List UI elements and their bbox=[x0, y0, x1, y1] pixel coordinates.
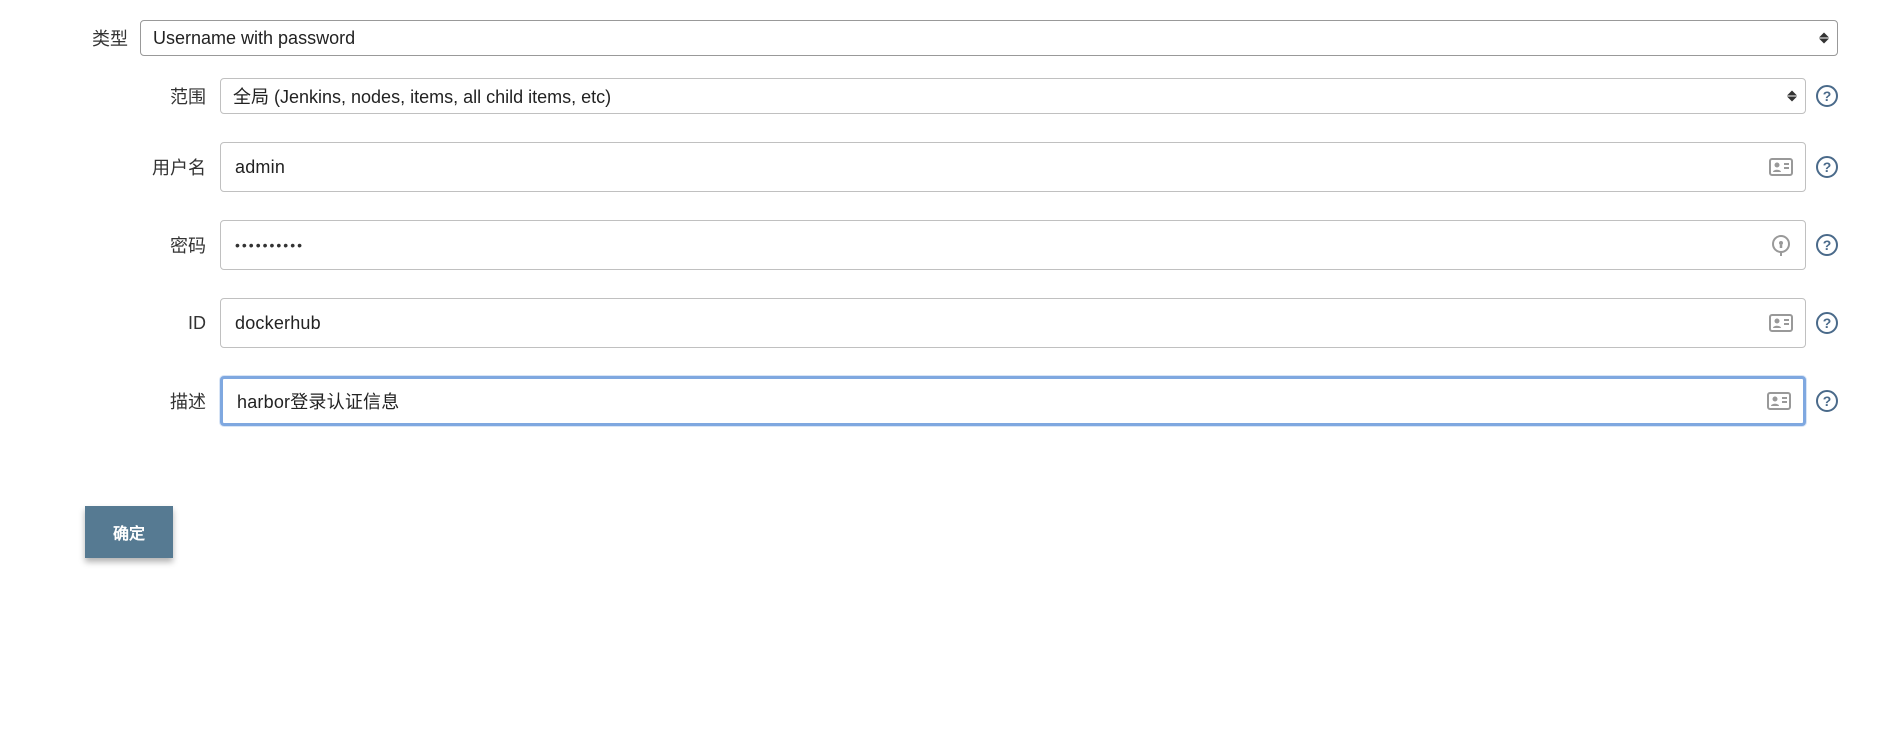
type-label: 类型 bbox=[40, 25, 140, 51]
type-select-value: Username with password bbox=[153, 28, 355, 49]
description-label: 描述 bbox=[40, 388, 220, 414]
submit-button[interactable]: 确定 bbox=[85, 506, 173, 558]
type-row: 类型 Username with password bbox=[40, 20, 1838, 56]
id-row: ID dockerhub ? bbox=[40, 298, 1838, 348]
contact-card-icon bbox=[1769, 158, 1793, 176]
description-input[interactable]: harbor登录认证信息 bbox=[220, 376, 1806, 426]
username-row: 用户名 admin ? bbox=[40, 142, 1838, 192]
password-input[interactable]: •••••••••• bbox=[220, 220, 1806, 270]
password-label: 密码 bbox=[40, 232, 220, 258]
password-row: 密码 •••••••••• ? bbox=[40, 220, 1838, 270]
contact-card-icon bbox=[1769, 314, 1793, 332]
scope-label: 范围 bbox=[40, 83, 220, 109]
contact-card-icon bbox=[1767, 392, 1791, 410]
scope-select[interactable]: 全局 (Jenkins, nodes, items, all child ite… bbox=[220, 78, 1806, 114]
help-icon[interactable]: ? bbox=[1816, 85, 1838, 107]
help-icon[interactable]: ? bbox=[1816, 312, 1838, 334]
description-value: harbor登录认证信息 bbox=[237, 388, 399, 414]
username-input[interactable]: admin bbox=[220, 142, 1806, 192]
lock-icon bbox=[1769, 236, 1793, 254]
help-icon[interactable]: ? bbox=[1816, 390, 1838, 412]
help-icon[interactable]: ? bbox=[1816, 156, 1838, 178]
help-icon[interactable]: ? bbox=[1816, 234, 1838, 256]
submit-row: 确定 bbox=[40, 506, 1838, 558]
description-row: 描述 harbor登录认证信息 ? bbox=[40, 376, 1838, 426]
type-select[interactable]: Username with password bbox=[140, 20, 1838, 56]
select-arrows-icon bbox=[1819, 33, 1829, 44]
username-value: admin bbox=[235, 157, 285, 178]
username-label: 用户名 bbox=[40, 154, 220, 180]
scope-select-value: 全局 (Jenkins, nodes, items, all child ite… bbox=[233, 83, 611, 109]
id-value: dockerhub bbox=[235, 313, 321, 334]
password-value: •••••••••• bbox=[235, 237, 304, 253]
select-arrows-icon bbox=[1787, 91, 1797, 102]
id-input[interactable]: dockerhub bbox=[220, 298, 1806, 348]
scope-row: 范围 全局 (Jenkins, nodes, items, all child … bbox=[40, 78, 1838, 114]
id-label: ID bbox=[40, 313, 220, 334]
